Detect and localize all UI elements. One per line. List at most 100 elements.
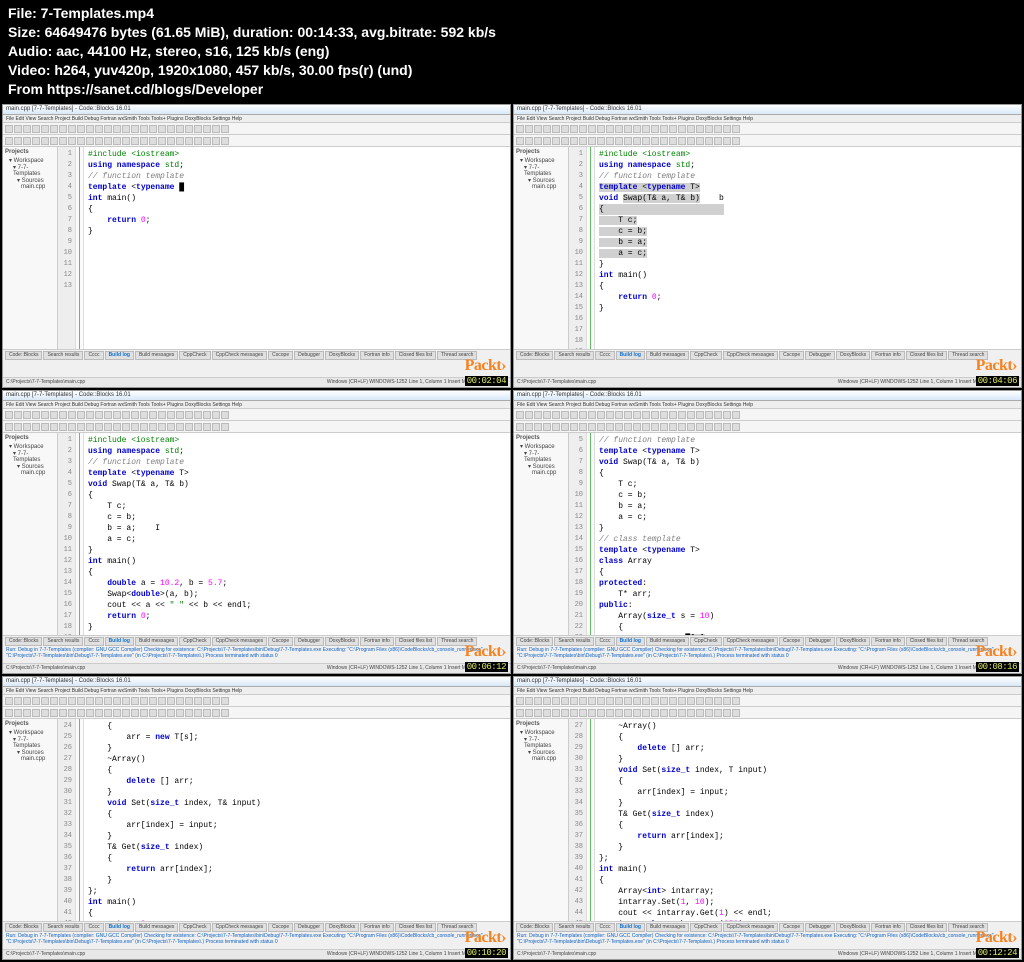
- toolbar-icon[interactable]: [59, 411, 67, 419]
- log-tab[interactable]: Build log: [105, 923, 134, 932]
- code-editor[interactable]: 12345678910111213#include <iostream>usin…: [58, 147, 510, 349]
- toolbar-icon[interactable]: [669, 697, 677, 705]
- tree-project[interactable]: ▾ 7-7-Templates: [516, 164, 566, 177]
- log-tab[interactable]: Cccc: [84, 637, 103, 646]
- toolbar-icon[interactable]: [579, 697, 587, 705]
- toolbar-icon[interactable]: [5, 697, 13, 705]
- log-tab[interactable]: Build log: [105, 637, 134, 646]
- toolbar-icon[interactable]: [68, 137, 76, 145]
- toolbar-icon[interactable]: [14, 709, 22, 717]
- toolbar-icon[interactable]: [167, 709, 175, 717]
- log-tab[interactable]: CppCheck: [179, 923, 210, 932]
- tree-workspace[interactable]: ▾ Workspace: [516, 443, 566, 450]
- toolbar-icon[interactable]: [552, 709, 560, 717]
- toolbar-icon[interactable]: [642, 697, 650, 705]
- log-tab[interactable]: CppCheck messages: [212, 351, 268, 360]
- toolbar-icon[interactable]: [570, 137, 578, 145]
- toolbar-icon[interactable]: [113, 423, 121, 431]
- log-tab[interactable]: Build messages: [646, 351, 689, 360]
- toolbar-icon[interactable]: [86, 137, 94, 145]
- toolbar-icon[interactable]: [642, 125, 650, 133]
- log-tab[interactable]: Closed files list: [906, 923, 947, 932]
- sidebar-tab[interactable]: Projects: [5, 149, 55, 155]
- toolbar-icon[interactable]: [615, 411, 623, 419]
- toolbar-icon[interactable]: [705, 423, 713, 431]
- toolbar-icon[interactable]: [597, 411, 605, 419]
- toolbar-icon[interactable]: [624, 411, 632, 419]
- toolbar-icon[interactable]: [212, 709, 220, 717]
- toolbar-icon[interactable]: [732, 709, 740, 717]
- sidebar-tab[interactable]: Projects: [5, 435, 55, 441]
- toolbar-icon[interactable]: [588, 423, 596, 431]
- toolbar-icon[interactable]: [714, 423, 722, 431]
- toolbar-icon[interactable]: [41, 411, 49, 419]
- toolbar-icon[interactable]: [95, 423, 103, 431]
- toolbar-icon[interactable]: [642, 709, 650, 717]
- toolbar-icon[interactable]: [561, 137, 569, 145]
- toolbar-icon[interactable]: [212, 423, 220, 431]
- toolbar-icon[interactable]: [651, 423, 659, 431]
- tree-workspace[interactable]: ▾ Workspace: [516, 157, 566, 164]
- toolbar-icon[interactable]: [705, 411, 713, 419]
- toolbar-icon[interactable]: [615, 697, 623, 705]
- toolbar-icon[interactable]: [95, 697, 103, 705]
- tree-project[interactable]: ▾ 7-7-Templates: [5, 164, 55, 177]
- toolbar-icon[interactable]: [570, 411, 578, 419]
- toolbar-icon[interactable]: [534, 423, 542, 431]
- log-tab[interactable]: Search results: [554, 637, 594, 646]
- toolbar-icon[interactable]: [588, 697, 596, 705]
- toolbar-icon[interactable]: [131, 709, 139, 717]
- toolbar-icon[interactable]: [194, 709, 202, 717]
- toolbar-icon[interactable]: [660, 709, 668, 717]
- tree-file[interactable]: main.cpp: [516, 470, 566, 476]
- toolbar-icon[interactable]: [552, 697, 560, 705]
- toolbar-icon[interactable]: [606, 137, 614, 145]
- log-tab[interactable]: Build messages: [646, 923, 689, 932]
- log-tab[interactable]: Build log: [616, 351, 645, 360]
- toolbar-icon[interactable]: [534, 709, 542, 717]
- project-sidebar[interactable]: Projects▾ Workspace▾ 7-7-Templates▾ Sour…: [514, 147, 569, 349]
- tree-folder[interactable]: ▾ Sources: [516, 177, 566, 184]
- toolbar-icon[interactable]: [104, 697, 112, 705]
- toolbar-icon[interactable]: [660, 125, 668, 133]
- toolbar-icon[interactable]: [122, 125, 130, 133]
- code-area[interactable]: // function templatetemplate <typename T…: [595, 433, 718, 635]
- toolbar-icon[interactable]: [597, 137, 605, 145]
- logs-panel[interactable]: Code::BlocksSearch resultsCcccBuild logB…: [3, 349, 510, 377]
- toolbar-icon[interactable]: [158, 423, 166, 431]
- toolbar-row[interactable]: [514, 135, 1021, 147]
- toolbar-icon[interactable]: [633, 125, 641, 133]
- project-sidebar[interactable]: Projects▾ Workspace▾ 7-7-Templates▾ Sour…: [3, 433, 58, 635]
- toolbar-icon[interactable]: [95, 709, 103, 717]
- toolbar-icon[interactable]: [525, 411, 533, 419]
- toolbar-icon[interactable]: [176, 709, 184, 717]
- code-editor[interactable]: 2425262728293031323334353637383940414243…: [58, 719, 510, 921]
- toolbar-icon[interactable]: [579, 125, 587, 133]
- toolbar-icon[interactable]: [185, 125, 193, 133]
- log-tab[interactable]: Fortran info: [360, 351, 394, 360]
- toolbar-row[interactable]: [514, 123, 1021, 135]
- toolbar-icon[interactable]: [696, 125, 704, 133]
- toolbar-icon[interactable]: [41, 423, 49, 431]
- toolbar-icon[interactable]: [732, 125, 740, 133]
- toolbar-row[interactable]: [3, 707, 510, 719]
- toolbar-icon[interactable]: [86, 423, 94, 431]
- log-tab[interactable]: CppCheck: [690, 351, 721, 360]
- toolbar-icon[interactable]: [32, 423, 40, 431]
- menubar[interactable]: File Edit View Search Project Build Debu…: [514, 401, 1021, 409]
- log-tab[interactable]: Search results: [43, 351, 83, 360]
- toolbar-icon[interactable]: [167, 137, 175, 145]
- toolbar-icon[interactable]: [140, 411, 148, 419]
- toolbar-icon[interactable]: [32, 411, 40, 419]
- toolbar-icon[interactable]: [579, 411, 587, 419]
- tree-folder[interactable]: ▾ Sources: [5, 177, 55, 184]
- toolbar-icon[interactable]: [176, 125, 184, 133]
- toolbar-icon[interactable]: [588, 137, 596, 145]
- log-tab[interactable]: Build messages: [646, 637, 689, 646]
- toolbar-icon[interactable]: [185, 709, 193, 717]
- toolbar-icon[interactable]: [678, 709, 686, 717]
- toolbar-icon[interactable]: [131, 697, 139, 705]
- toolbar-icon[interactable]: [651, 709, 659, 717]
- menubar[interactable]: File Edit View Search Project Build Debu…: [514, 687, 1021, 695]
- toolbar-icon[interactable]: [552, 137, 560, 145]
